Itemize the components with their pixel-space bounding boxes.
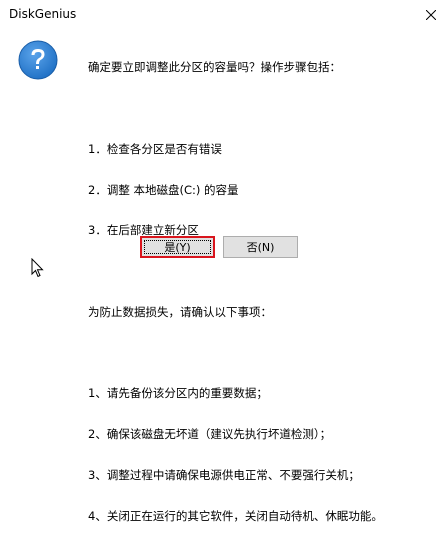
message-line: 1、请先备份该分区内的重要数据； bbox=[88, 386, 268, 401]
message-line: 2、确保该磁盘无坏道（建议先执行坏道检测）； bbox=[88, 427, 332, 442]
close-icon bbox=[426, 10, 436, 20]
dialog-window: DiskGenius 确定要立即调整此分区的容量吗？操作步骤包括： 1．检查各分… bbox=[0, 0, 446, 522]
message-line: 4、关闭正在运行的其它软件，关闭自动待机、休眠功能。 bbox=[88, 508, 383, 523]
title-bar[interactable]: DiskGenius bbox=[0, 0, 446, 30]
message-line bbox=[88, 102, 383, 116]
focus-rect bbox=[144, 240, 211, 254]
message-line: 确定要立即调整此分区的容量吗？操作步骤包括： bbox=[88, 60, 341, 75]
message-line: 1．检查各分区是否有错误 bbox=[88, 141, 222, 156]
message-line bbox=[88, 265, 383, 279]
message-line: 3、调整过程中请确保电源供电正常、不要强行关机； bbox=[88, 468, 360, 482]
message-line: 2．调整 本地磁盘(C:) 的容量 bbox=[88, 182, 239, 197]
no-button[interactable]: 否(N) bbox=[223, 236, 298, 258]
no-button-label: 否(N) bbox=[246, 241, 275, 254]
mouse-cursor-icon bbox=[31, 258, 44, 278]
dialog-message: 确定要立即调整此分区的容量吗？操作步骤包括： 1．检查各分区是否有错误 2．调整… bbox=[88, 34, 383, 551]
message-line: 为防止数据损失，请确认以下事项： bbox=[88, 304, 272, 319]
message-line bbox=[88, 347, 383, 361]
yes-button[interactable]: 是(Y) bbox=[140, 236, 215, 258]
window-title: DiskGenius bbox=[9, 7, 77, 21]
question-icon bbox=[18, 40, 58, 80]
close-button[interactable] bbox=[416, 0, 446, 30]
